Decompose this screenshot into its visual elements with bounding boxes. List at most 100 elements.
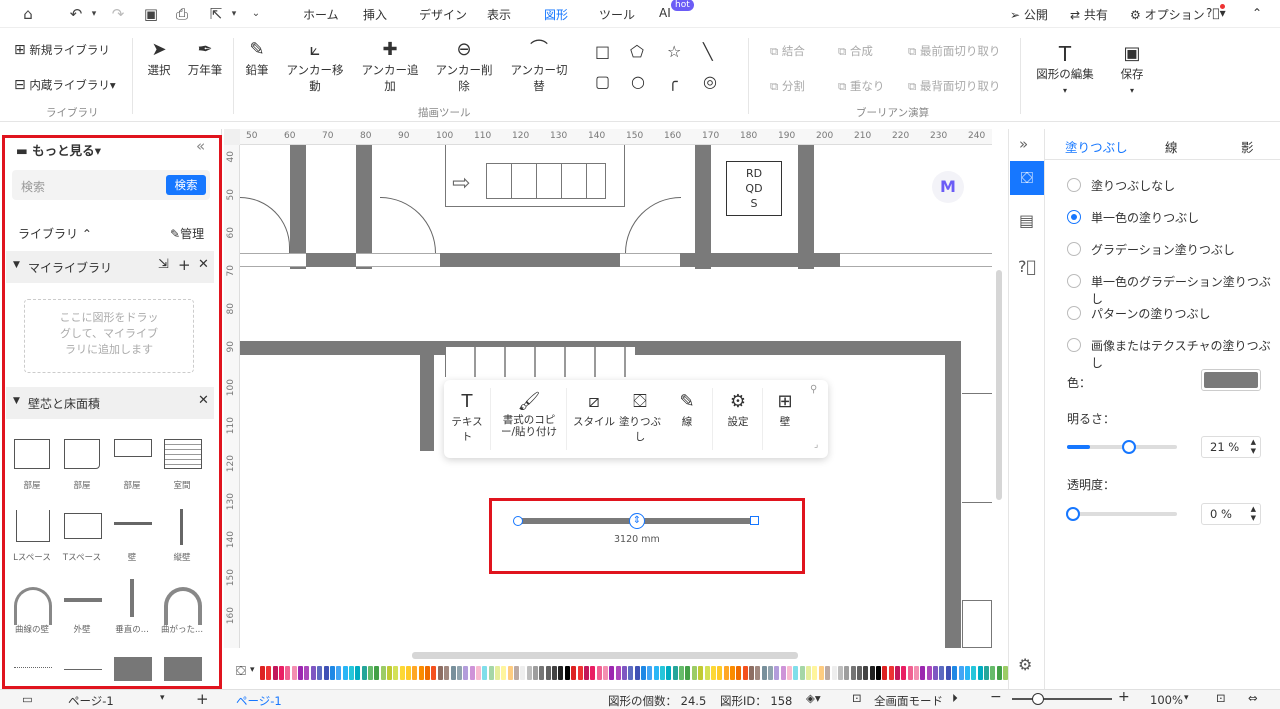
color-swatch[interactable] [723,666,729,680]
chevron-down-icon[interactable]: ▾ [1184,693,1189,703]
chevron-down-icon[interactable]: ▾ [250,665,255,675]
chevron-down-icon[interactable]: ▾ [160,693,165,703]
home-icon[interactable]: ⌂ [18,4,38,24]
color-swatch[interactable] [799,666,805,680]
color-swatch[interactable] [907,666,913,680]
pen-tool[interactable]: ✒ 万年筆 [184,38,226,78]
slider-handle[interactable] [1122,440,1137,454]
radio-image-fill[interactable] [1067,338,1081,352]
import-icon[interactable]: ⇲ [158,257,169,272]
curved-wall-shape[interactable] [14,587,52,625]
room-shape[interactable] [114,439,152,457]
line-tool[interactable]: ✎ 線 [672,390,702,429]
format-painter-tool[interactable]: 🖌 書式のコピー/貼り付け [496,390,562,438]
anchor-add-tool[interactable]: ✚ アンカー追加 [358,38,422,94]
wall[interactable] [945,341,961,648]
text-tool[interactable]: T テキスト [450,390,484,444]
floor-shape[interactable] [114,657,152,681]
room-shape[interactable] [164,439,202,469]
color-swatch[interactable] [806,666,812,680]
floor-shape[interactable] [164,657,202,681]
tab-design[interactable]: デザイン [419,6,467,23]
wall-section-header[interactable]: ▼ 壁芯と床面積 ✕ [6,387,214,419]
color-swatch[interactable] [367,666,373,680]
wall[interactable] [306,253,356,267]
color-swatch[interactable] [882,666,888,680]
color-swatch[interactable] [641,666,646,680]
anchor-toggle-tool[interactable]: ⌒ アンカー切替 [506,38,572,94]
wall[interactable] [695,145,711,269]
fill-panel-icon[interactable]: ⛋ [1010,161,1044,195]
vertical-scrollbar[interactable] [996,270,1002,500]
color-swatch[interactable] [475,666,481,680]
color-swatch[interactable] [374,666,380,680]
color-swatch[interactable] [310,666,316,680]
color-swatch[interactable] [348,666,354,680]
tab-shape[interactable]: 図形 [544,6,569,30]
union-button[interactable]: ⧉ 結合 [770,43,805,59]
color-swatch[interactable] [634,666,640,680]
slider-handle[interactable] [1066,507,1080,521]
color-swatch[interactable] [564,666,570,680]
color-swatch[interactable] [418,666,424,680]
color-swatch[interactable] [977,666,983,680]
new-library-button[interactable]: ⊞ 新規ライブラリ [14,42,110,58]
my-library-dropzone[interactable]: ここに図形をドラッグして、マイライブラリに追加します [24,299,194,373]
play-icon[interactable]: ⏵ [952,691,958,706]
zoom-in-icon[interactable]: + [1118,689,1130,705]
pin-icon[interactable]: ⚲ [810,384,817,395]
color-swatch[interactable] [602,666,608,680]
color-swatch[interactable] [996,666,1002,680]
color-swatch[interactable] [507,666,513,680]
color-swatch[interactable] [583,666,589,680]
color-swatch[interactable] [520,666,526,680]
options-button[interactable]: ⚙ オプション [1130,6,1205,23]
resize-corner-icon[interactable]: ⌟ [814,440,818,450]
print-icon[interactable]: ⎙ [172,4,192,24]
color-swatch[interactable] [710,666,716,680]
radio-solid-fill[interactable] [1067,210,1081,224]
color-swatch[interactable] [958,666,964,680]
door-swing[interactable] [240,197,290,253]
combine-button[interactable]: ⧉ 合成 [838,43,873,59]
color-swatch[interactable] [425,666,431,680]
color-swatch[interactable] [266,666,272,680]
color-swatch[interactable] [755,666,761,680]
fixture[interactable] [962,600,992,648]
color-swatch[interactable] [691,666,697,680]
color-swatch[interactable] [660,666,666,680]
color-swatch[interactable] [558,666,564,680]
wall-tool[interactable]: ⊞ 壁 [770,390,800,429]
room-shape[interactable] [14,439,50,469]
collapse-panel-icon[interactable]: « [196,137,205,155]
color-swatch[interactable] [463,666,469,680]
wall[interactable] [798,145,814,269]
stepper-icon[interactable]: ▲ ▼ [1251,505,1256,523]
color-swatch[interactable] [748,666,754,680]
color-swatch[interactable] [945,666,951,680]
door-swing[interactable] [625,197,681,253]
chevron-down-icon[interactable]: ▾ [84,4,104,24]
fit-icon[interactable]: ⊡ [852,691,862,705]
library-toggle[interactable]: ライブラリ ⌃ [18,225,92,242]
color-swatch[interactable] [482,666,488,680]
more-libraries-button[interactable]: ▬ もっと見る▾ [16,140,101,159]
tab-shadow[interactable]: 影 [1241,137,1254,156]
select-tool[interactable]: ➤ 選択 [142,38,176,78]
rounded-rectangle-icon[interactable]: ▢ [595,72,610,91]
color-swatch[interactable] [698,666,704,680]
overlap-button[interactable]: ⧉ 重なり [838,78,884,94]
close-icon[interactable]: ✕ [198,257,209,272]
l-space-shape[interactable] [16,510,50,542]
color-swatch[interactable] [571,666,577,680]
color-swatch[interactable] [361,666,367,680]
gear-icon[interactable]: ⚙ [1018,655,1032,674]
spiral-icon[interactable]: ◎ [703,72,717,91]
color-swatch[interactable] [621,666,627,680]
color-swatch[interactable] [774,666,780,680]
color-swatch[interactable] [552,666,558,680]
back-cut-button[interactable]: ⧉ 最背面切り取り [908,78,1000,94]
color-swatch[interactable] [590,666,596,680]
color-swatch[interactable] [304,666,310,680]
circle-icon[interactable]: ○ [631,72,645,91]
